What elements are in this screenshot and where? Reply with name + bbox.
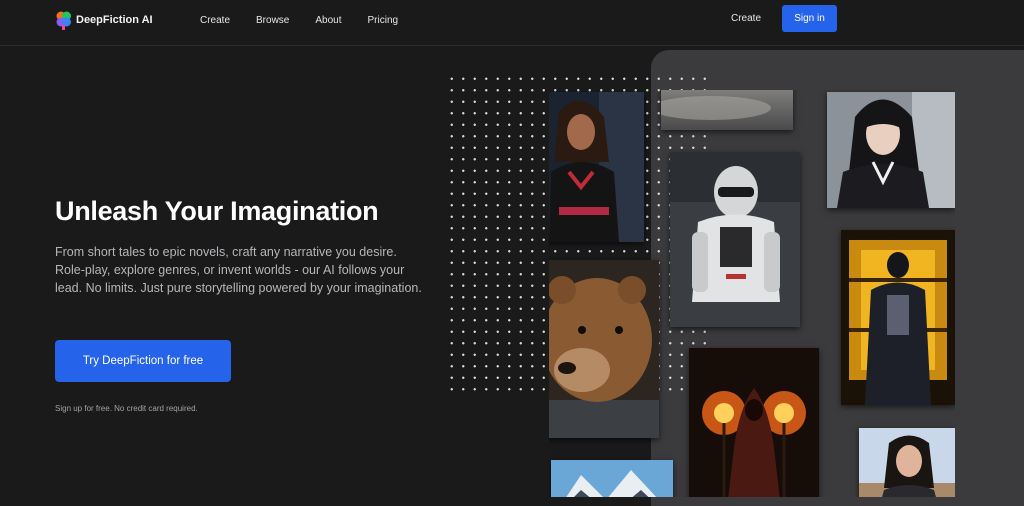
- image-gallery: [549, 90, 955, 497]
- armored-soldier-image: [670, 152, 800, 327]
- brand-logo[interactable]: DeepFiction AI: [55, 10, 153, 30]
- nav-links: Create Browse About Pricing: [200, 15, 424, 26]
- fire-sorcerer-image: [689, 348, 819, 497]
- dark-knight-image: [841, 230, 955, 405]
- try-free-button[interactable]: Try DeepFiction for free: [55, 340, 231, 382]
- brain-logo-icon: [56, 11, 71, 30]
- woman-selfie-image: [859, 428, 955, 497]
- signup-note: Sign up for free. No credit card require…: [55, 404, 198, 413]
- hero-description: From short tales to epic novels, craft a…: [55, 245, 422, 295]
- cloudy-sky-image: [661, 90, 793, 130]
- nav-link-pricing[interactable]: Pricing: [368, 15, 399, 26]
- nav-link-about[interactable]: About: [315, 15, 341, 26]
- signin-button[interactable]: Sign in: [782, 5, 837, 32]
- bear-image: [549, 260, 659, 438]
- hero-title: Unleash Your Imagination: [55, 196, 379, 226]
- anime-girl-image: [827, 92, 955, 208]
- mountain-snow-image: [551, 460, 673, 497]
- nav-link-create[interactable]: Create: [200, 15, 230, 26]
- nav-link-browse[interactable]: Browse: [256, 15, 289, 26]
- woman-portrait-image: [549, 92, 644, 242]
- nav-create-link[interactable]: Create: [731, 13, 761, 24]
- brand-name: DeepFiction AI: [76, 14, 153, 26]
- top-navbar: DeepFiction AI Create Browse About Prici…: [0, 0, 1024, 46]
